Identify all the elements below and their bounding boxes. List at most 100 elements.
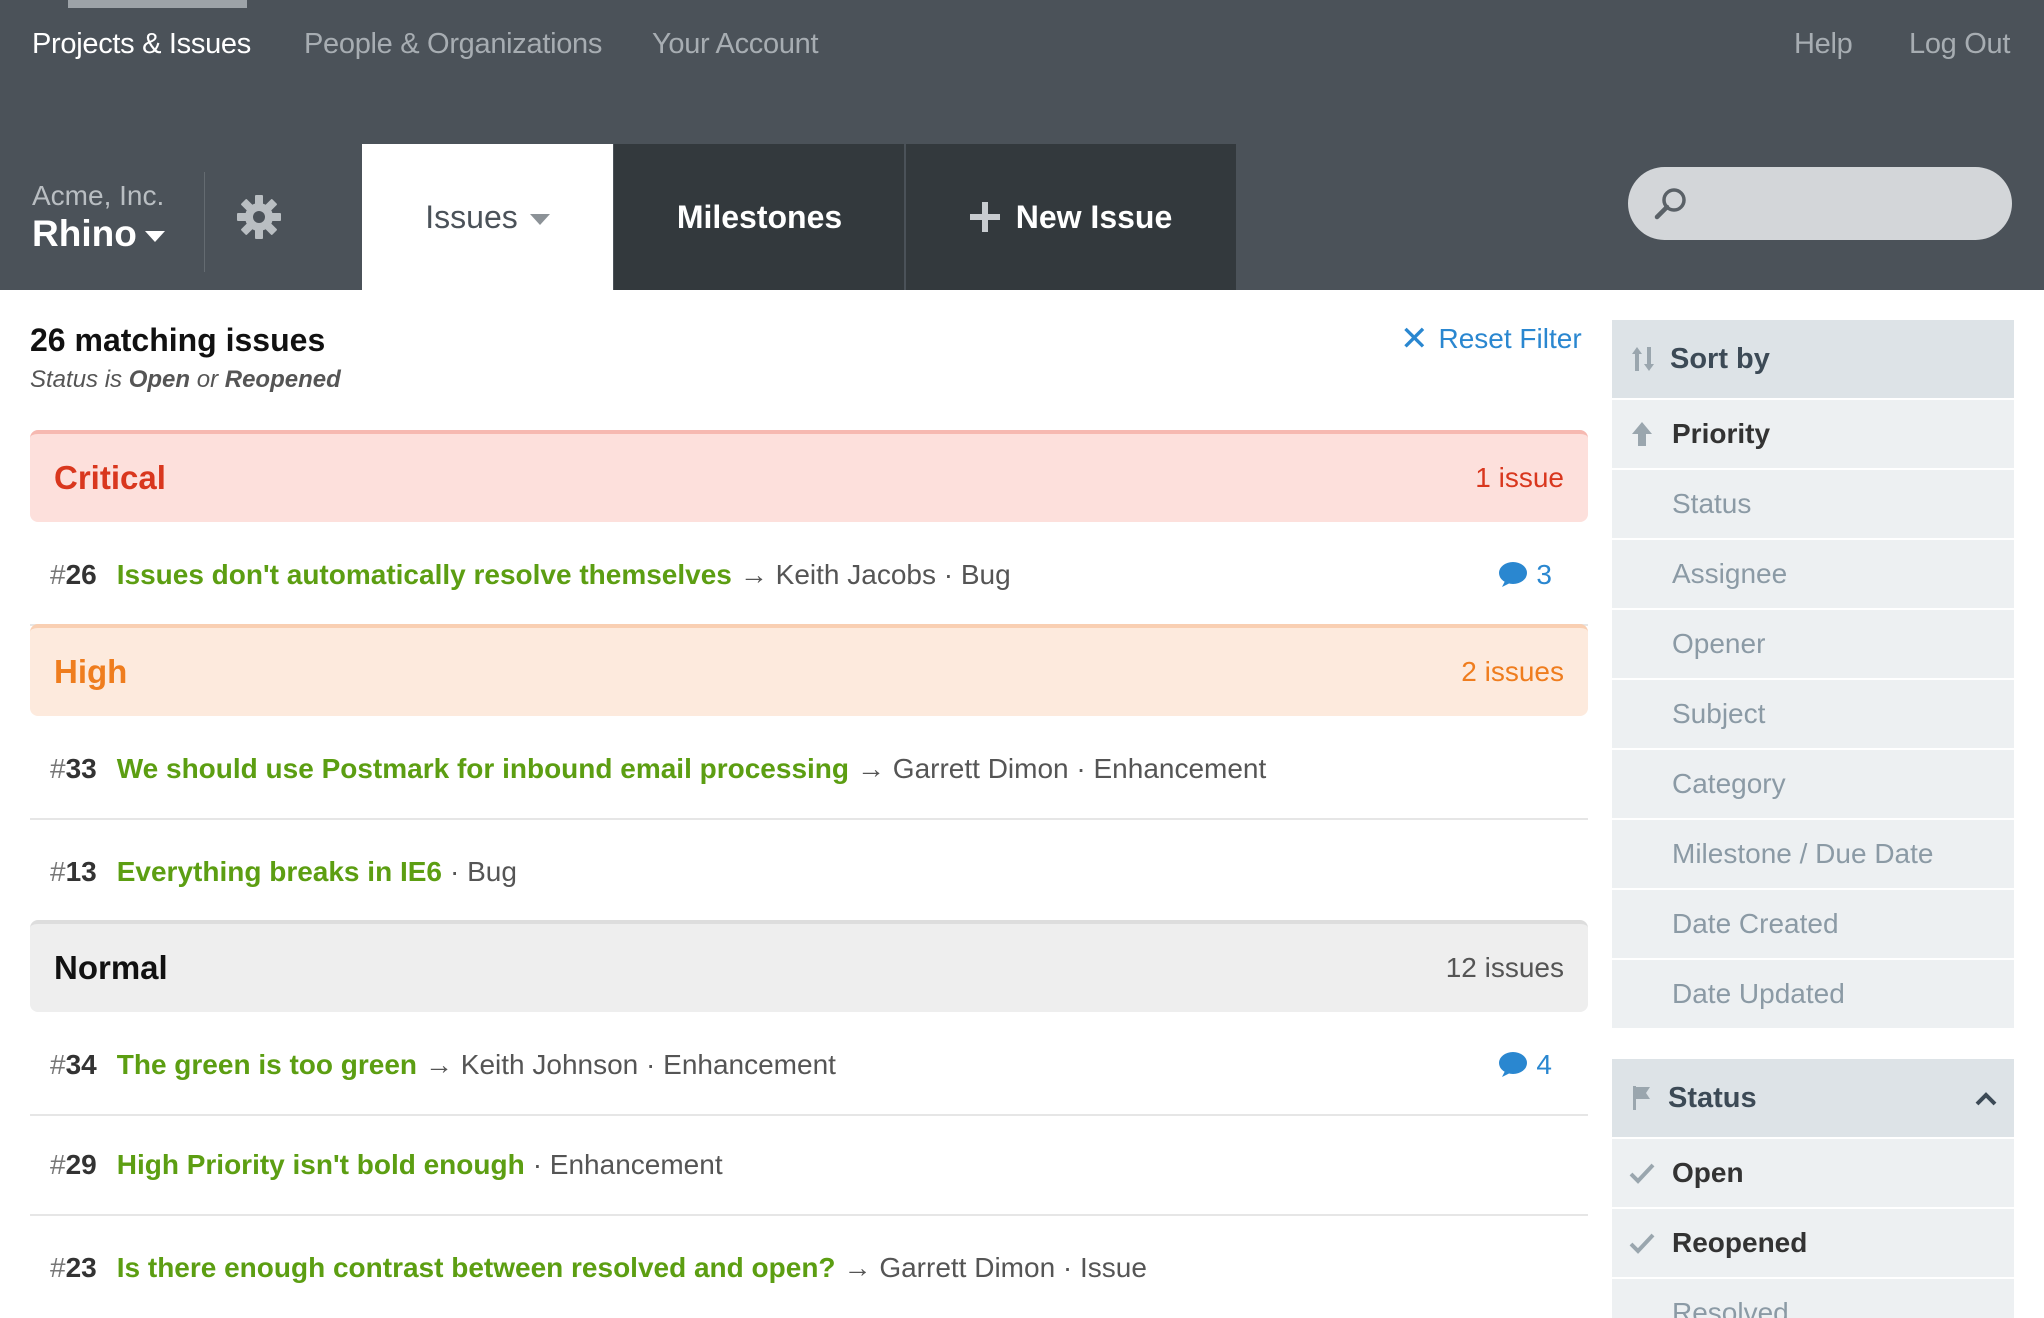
- issue-row[interactable]: #23 Is there enough contrast between res…: [30, 1218, 1588, 1318]
- status-filter-panel: Status Open Reopened Resolved: [1612, 1059, 2014, 1318]
- caret-down-icon: [144, 230, 165, 242]
- status-option-label: Resolved: [1672, 1297, 1789, 1318]
- issue-meta: · Enhancement: [532, 1149, 723, 1180]
- sort-option-opener[interactable]: Opener: [1612, 610, 2014, 678]
- status-option-label: Open: [1672, 1157, 1744, 1188]
- issue-hash: #: [50, 559, 66, 590]
- status-option-resolved[interactable]: Resolved: [1612, 1279, 2014, 1318]
- issue-hash: #: [50, 1149, 66, 1180]
- nav-your-account[interactable]: Your Account: [652, 28, 819, 61]
- chevron-up-icon[interactable]: [1974, 1087, 1998, 1111]
- issue-title-link[interactable]: Is there enough contrast between resolve…: [117, 1252, 836, 1284]
- plus-icon: [969, 202, 1000, 232]
- sort-option-priority[interactable]: Priority: [1612, 400, 2014, 468]
- issue-title-link[interactable]: High Priority isn't bold enough: [117, 1149, 525, 1181]
- sort-option-assignee[interactable]: Assignee: [1612, 540, 2014, 608]
- new-issue-label: New Issue: [1015, 198, 1173, 235]
- flag-icon: [1633, 1086, 1650, 1110]
- group-count: 12 issues: [1445, 952, 1564, 983]
- comment-bubble-icon: [1499, 1052, 1528, 1077]
- issue-title-link[interactable]: Issues don't automatically resolve thems…: [117, 559, 732, 591]
- issue-row[interactable]: #34 The green is too green → Keith Johns…: [30, 1016, 1588, 1116]
- status-filter-header[interactable]: Status: [1612, 1059, 2014, 1137]
- group-name: High: [54, 653, 128, 690]
- checkmark-icon: [1629, 1163, 1655, 1184]
- results-count: 26 matching issues: [30, 322, 326, 358]
- issue-row[interactable]: #33 We should use Postmark for inbound e…: [30, 720, 1588, 820]
- sort-option-label: Milestone / Due Date: [1672, 838, 1934, 869]
- reset-filter-label: Reset Filter: [1438, 323, 1582, 354]
- status-option-reopened[interactable]: Reopened: [1612, 1209, 2014, 1277]
- sort-option-label: Subject: [1672, 698, 1766, 729]
- reset-filter-link[interactable]: ✕ Reset Filter: [1400, 322, 1582, 356]
- tab-milestones[interactable]: Milestones: [614, 144, 905, 290]
- organization-name: Acme, Inc.: [32, 180, 165, 211]
- sort-option-label: Category: [1672, 768, 1786, 799]
- checkmark-icon: [1629, 1233, 1655, 1254]
- sort-option-category[interactable]: Category: [1612, 750, 2014, 818]
- search-input[interactable]: [1708, 167, 1998, 240]
- comment-count[interactable]: 4: [1498, 1049, 1552, 1081]
- issue-number: 34: [65, 1049, 97, 1080]
- comment-bubble-icon: [1499, 562, 1528, 587]
- nav-help[interactable]: Help: [1794, 28, 1853, 61]
- issue-number: 33: [65, 753, 97, 784]
- arrow-up-icon: [1632, 422, 1652, 446]
- sort-option-label: Opener: [1672, 628, 1766, 659]
- issue-row[interactable]: #29 High Priority isn't bold enough · En…: [30, 1116, 1588, 1216]
- issue-hash: #: [50, 753, 66, 784]
- issue-row[interactable]: #26 Issues don't automatically resolve t…: [30, 526, 1588, 626]
- project-switcher[interactable]: Rhino: [32, 213, 165, 255]
- issue-meta: → Keith Jacobs · Bug: [739, 559, 1011, 590]
- issue-title-link[interactable]: The green is too green: [117, 1049, 417, 1081]
- tab-issues[interactable]: Issues: [362, 144, 613, 290]
- gear-icon[interactable]: [235, 193, 283, 241]
- filter-join: or: [196, 366, 219, 393]
- sort-option-label: Assignee: [1672, 558, 1788, 589]
- group-count: 2 issues: [1461, 656, 1564, 687]
- status-option-open[interactable]: Open: [1612, 1139, 2014, 1207]
- new-issue-button[interactable]: New Issue: [906, 144, 1236, 290]
- tab-milestones-label: Milestones: [676, 198, 843, 235]
- issue-title-link[interactable]: Everything breaks in IE6: [117, 856, 442, 888]
- issue-hash: #: [50, 1049, 66, 1080]
- filter-prefix: Status is: [30, 366, 123, 393]
- issue-meta: · Bug: [449, 856, 517, 887]
- comment-count[interactable]: 3: [1498, 559, 1552, 591]
- caret-down-icon: [529, 213, 550, 225]
- sort-arrows-icon: [1632, 347, 1654, 371]
- issue-hash: #: [50, 856, 66, 887]
- group-name: Critical: [54, 459, 166, 496]
- project-name: Rhino: [32, 213, 137, 254]
- sort-option-subject[interactable]: Subject: [1612, 680, 2014, 748]
- sort-option-milestone[interactable]: Milestone / Due Date: [1612, 820, 2014, 888]
- issue-meta: → Garrett Dimon · Enhancement: [857, 753, 1267, 784]
- issue-meta: → Garrett Dimon · Issue: [843, 1252, 1147, 1283]
- issue-hash: #: [50, 1252, 66, 1283]
- sort-option-date-created[interactable]: Date Created: [1612, 890, 2014, 958]
- filter-value-open: Open: [128, 366, 191, 393]
- group-name: Normal: [54, 949, 168, 986]
- comment-count-value: 4: [1536, 1049, 1552, 1080]
- nav-projects-issues[interactable]: Projects & Issues: [32, 28, 251, 61]
- sort-option-date-updated[interactable]: Date Updated: [1612, 960, 2014, 1028]
- filter-description: Status is Open or Reopened: [30, 366, 341, 394]
- filter-value-reopened: Reopened: [224, 366, 341, 393]
- issue-number: 13: [65, 856, 97, 887]
- tab-issues-label: Issues: [425, 198, 518, 235]
- search-box: [1628, 167, 2012, 240]
- group-header-normal: Normal 12 issues: [30, 920, 1588, 1012]
- nav-people-organizations[interactable]: People & Organizations: [304, 28, 602, 61]
- group-count: 1 issue: [1475, 462, 1564, 493]
- comment-count-value: 3: [1536, 559, 1552, 590]
- header-divider: [204, 172, 205, 272]
- status-filter-label: Status: [1668, 1081, 1757, 1114]
- issue-title-link[interactable]: We should use Postmark for inbound email…: [117, 753, 849, 785]
- app-header: Projects & Issues People & Organizations…: [0, 0, 2044, 290]
- issue-row[interactable]: #13 Everything breaks in IE6 · Bug: [30, 822, 1588, 922]
- issue-number: 23: [65, 1252, 97, 1283]
- nav-log-out[interactable]: Log Out: [1909, 28, 2010, 61]
- sort-panel: Sort by Priority Status Assignee Opener …: [1612, 320, 2014, 1028]
- sort-option-status[interactable]: Status: [1612, 470, 2014, 538]
- status-option-label: Reopened: [1672, 1227, 1808, 1258]
